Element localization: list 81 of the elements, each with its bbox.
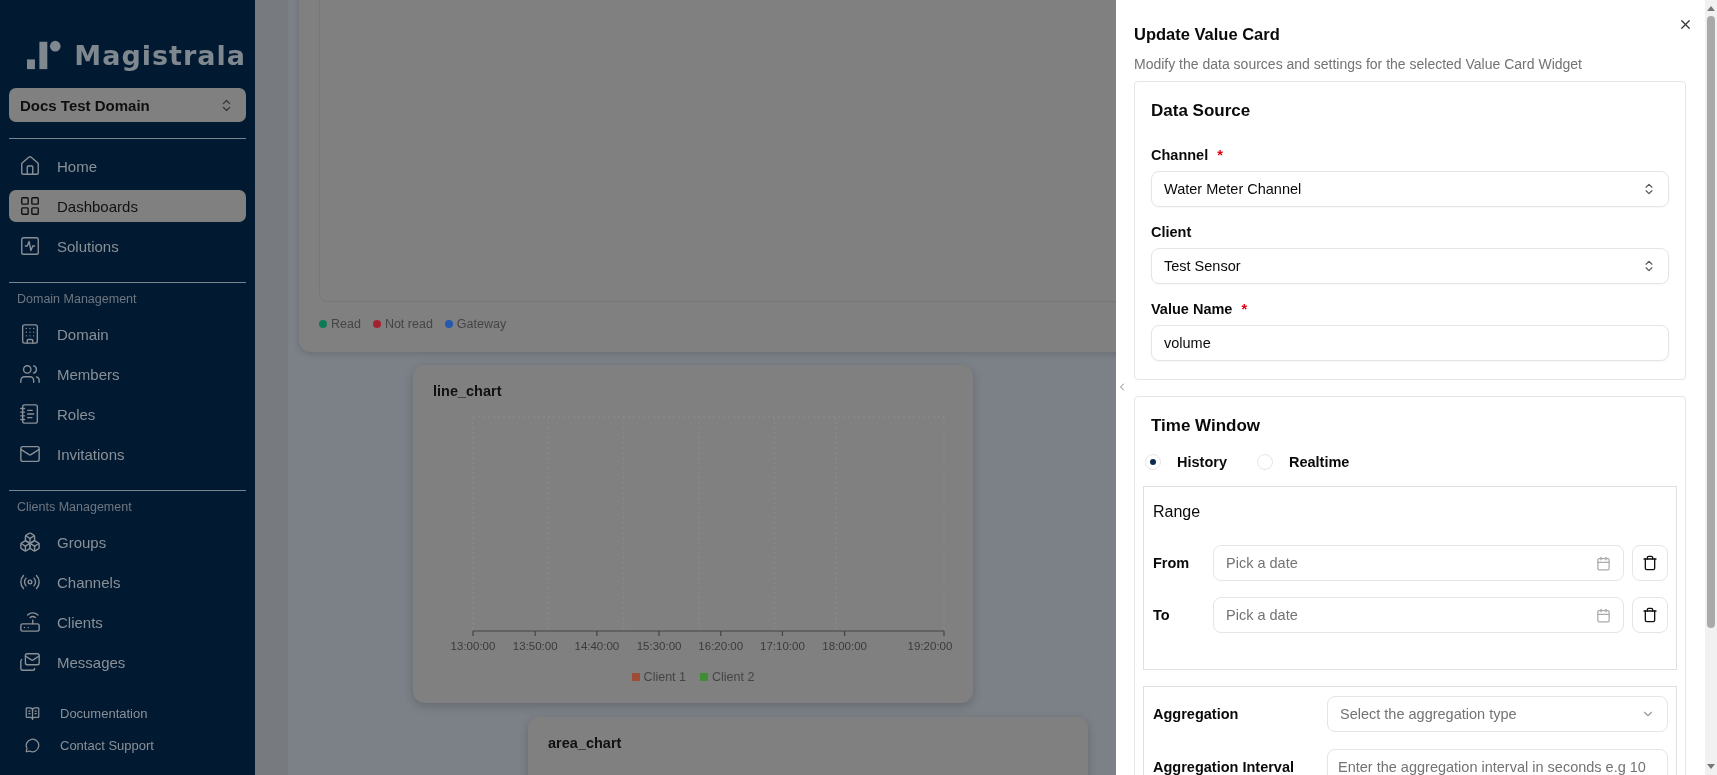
section-heading: Clients Management xyxy=(16,499,133,516)
chart-title: line_chart xyxy=(433,383,502,399)
footer-link[interactable]: Documentation xyxy=(9,697,246,729)
calendar-icon xyxy=(1596,607,1611,623)
axis-tick-label: 13:00:00 xyxy=(450,640,496,652)
card-title: Data Source xyxy=(1151,101,1252,121)
scroll-down-icon[interactable] xyxy=(1706,763,1716,771)
axis-tick-label: 19:20:00 xyxy=(907,640,953,652)
nav-item[interactable]: Home xyxy=(9,150,246,182)
axis-tick-label: 14:40:00 xyxy=(574,640,620,652)
axis-tick-label: 16:20:00 xyxy=(698,640,744,652)
input-field[interactable]: volume xyxy=(1151,325,1669,361)
required-asterisk: * xyxy=(1217,147,1223,163)
chart-title: area_chart xyxy=(548,735,622,751)
field-label: Client xyxy=(1151,224,1192,240)
delete-button[interactable] xyxy=(1632,545,1668,581)
users-icon xyxy=(19,363,41,385)
logo-icon xyxy=(27,38,63,72)
range-title: Range xyxy=(1153,503,1202,521)
select-field[interactable]: Select the aggregation type xyxy=(1327,696,1668,732)
nav-item[interactable]: Channels xyxy=(9,566,246,598)
drawer-title: Update Value Card xyxy=(1134,25,1281,44)
field-label: Value Name xyxy=(1151,301,1233,317)
domain-selector[interactable]: Docs Test Domain xyxy=(9,88,246,122)
footer-link[interactable]: Contact Support xyxy=(9,729,246,761)
envelope-icon xyxy=(19,443,41,465)
envelopes-icon xyxy=(19,651,41,673)
logo-text: Magistrala xyxy=(74,39,246,71)
drawer-subtitle: Modify the data sources and settings for the selected Value Card Widget xyxy=(1134,56,1583,72)
legend-item: Client 2 xyxy=(700,670,755,684)
nav-item[interactable]: Invitations xyxy=(9,438,246,470)
trash-icon xyxy=(1642,607,1658,623)
axis-tick-label: 13:50:00 xyxy=(512,640,558,652)
building-icon xyxy=(19,323,41,345)
field-label: Channel xyxy=(1151,147,1209,163)
card-title: Time Window xyxy=(1151,416,1262,436)
required-asterisk: * xyxy=(1241,301,1248,317)
notebook-icon xyxy=(19,403,41,425)
radio-label: History xyxy=(1177,454,1227,470)
radio-option[interactable]: Realtime xyxy=(1256,454,1350,470)
date-field[interactable]: Pick a date xyxy=(1213,597,1624,633)
chat-icon xyxy=(25,737,40,753)
nav-item[interactable]: Domain xyxy=(9,318,246,350)
nav-item[interactable]: Dashboards xyxy=(9,190,246,222)
nav-item[interactable]: Members xyxy=(9,358,246,390)
select-field[interactable]: Test Sensor xyxy=(1151,248,1669,284)
legend-item: Client 1 xyxy=(631,670,686,684)
legend-item: Read xyxy=(319,317,361,331)
scroll-thumb[interactable] xyxy=(1707,16,1715,628)
scrollbar[interactable] xyxy=(1705,0,1717,775)
grid-icon xyxy=(19,195,41,217)
axis-tick-label: 15:30:00 xyxy=(636,640,682,652)
row-label: To xyxy=(1153,607,1171,623)
book-icon xyxy=(25,705,40,721)
nav-item[interactable]: Solutions xyxy=(9,230,246,262)
row-label: Aggregation Interval xyxy=(1153,759,1295,775)
boxes-icon xyxy=(19,531,41,553)
router-icon xyxy=(19,611,41,633)
nav-item[interactable]: Groups xyxy=(9,526,246,558)
trash-icon xyxy=(1642,555,1658,571)
scroll-up-icon[interactable] xyxy=(1706,4,1716,12)
radio-option[interactable]: History xyxy=(1145,454,1227,470)
panel-icon xyxy=(19,235,41,257)
legend-item: Gateway xyxy=(444,317,507,331)
nav-item[interactable]: Roles xyxy=(9,398,246,430)
home-icon xyxy=(19,155,41,177)
delete-button[interactable] xyxy=(1632,597,1668,633)
radio-label: Realtime xyxy=(1288,454,1350,470)
section-heading: Domain Management xyxy=(16,291,138,308)
axis-tick-label: 18:00:00 xyxy=(822,640,867,652)
input-field[interactable]: Enter the aggregation interval in seconds e.g 10 xyxy=(1327,749,1668,775)
nav-item[interactable]: Messages xyxy=(9,646,246,678)
calendar-icon xyxy=(1596,555,1611,571)
date-field[interactable]: Pick a date xyxy=(1213,545,1624,581)
row-label: From xyxy=(1153,555,1191,571)
legend-item: Not read xyxy=(372,317,433,331)
row-label: Aggregation xyxy=(1153,706,1240,722)
select-field[interactable]: Water Meter Channel xyxy=(1151,171,1669,207)
nav-item[interactable]: Clients xyxy=(9,606,246,638)
axis-tick-label: 17:10:00 xyxy=(760,640,805,652)
close-button[interactable] xyxy=(1678,17,1693,32)
